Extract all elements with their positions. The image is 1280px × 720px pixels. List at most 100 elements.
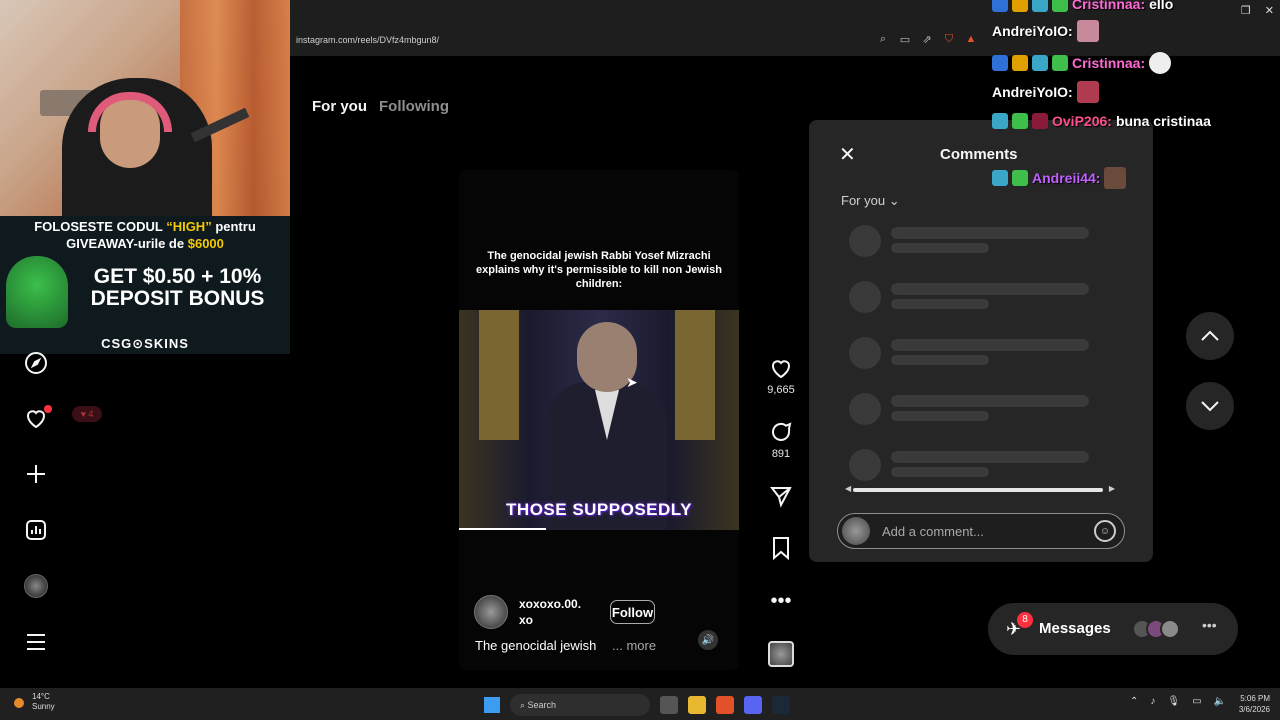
chat-username: AndreiYoIO: [992, 84, 1073, 100]
emote-image [1076, 20, 1099, 42]
comment-composer: ☺ [837, 513, 1125, 549]
mascot-image [6, 256, 68, 328]
speaker-icon[interactable]: 🔈 [1214, 696, 1226, 707]
chat-message: OviP206: buna cristinaa [992, 113, 1211, 129]
bonus-text: GET $0.50 + 10% DEPOSIT BONUS [70, 266, 285, 310]
comment-input[interactable] [882, 520, 1082, 542]
follow-button[interactable]: Follow [610, 600, 655, 624]
notification-pill[interactable]: ♥ 4 [72, 406, 102, 422]
author-username[interactable]: xoxoxo.00. xo [519, 596, 599, 628]
chat-username: Cristinnaa: [1072, 55, 1146, 71]
weather-widget[interactable]: 14°C Sunny [14, 692, 55, 712]
like-count: 9,665 [767, 384, 795, 396]
save-action[interactable] [764, 536, 798, 562]
video-subtitle: THOSE SUPPOSEDLY [506, 500, 692, 519]
more-link[interactable]: ... more [612, 638, 656, 653]
reel-progress-bar[interactable] [459, 528, 546, 530]
reel-description: The genocidal jewish [475, 638, 597, 653]
taskbar-apps: ⌕ Search [484, 694, 790, 716]
reel-overlay-caption: The genocidal jewish Rabbi Yosef Mizrach… [476, 250, 722, 290]
chat-message: AndreiYoIO: [992, 81, 1099, 103]
message-avatars [1132, 619, 1180, 639]
emote-image [1104, 167, 1127, 189]
clock[interactable]: 5:06 PM 3/6/2026 [1232, 693, 1270, 715]
messages-button[interactable]: ✈ 8 Messages ••• [988, 603, 1238, 655]
taskbar-search[interactable]: ⌕ Search [510, 694, 650, 716]
brave-rewards-icon[interactable]: ▲ [964, 32, 978, 46]
share-icon[interactable]: ⇗ [920, 32, 934, 46]
close-icon[interactable]: ✕ [839, 142, 856, 167]
share-action[interactable] [764, 484, 798, 510]
microphone-icon[interactable]: 🎙 [1167, 696, 1180, 707]
tab-following[interactable]: Following [379, 98, 449, 115]
sort-label: For you [841, 193, 886, 208]
comment-icon[interactable] [764, 420, 798, 446]
emote-image [1076, 81, 1099, 103]
zoom-icon[interactable]: ⌕ [876, 32, 890, 46]
horizontal-scrollbar[interactable]: ◀ ▶ [845, 484, 1115, 493]
like-action[interactable]: 9,665 [764, 356, 798, 396]
next-reel-button[interactable] [1186, 382, 1234, 430]
brave-browser-icon[interactable] [716, 696, 734, 714]
promo-line1-post: pentru [215, 219, 256, 234]
windows-start-icon[interactable] [484, 697, 500, 713]
chat-message: Cristinnaa: ello [992, 0, 1173, 12]
options-action[interactable]: ••• [764, 588, 798, 614]
comments-sort[interactable]: For you ⌄ [841, 193, 900, 209]
volume-icon[interactable]: ♪ [1150, 696, 1155, 707]
task-view-icon[interactable] [660, 696, 678, 714]
banner-right [675, 310, 715, 440]
dashboard-icon[interactable] [22, 516, 50, 544]
bonus-line1: GET $0.50 + 10% [93, 265, 262, 288]
taskbar: 14°C Sunny ⌕ Search ⌃ ♪ 🎙 ▭ 🔈 5:06 PM 3/… [0, 688, 1280, 720]
chat-message: AndreiYoIO: [992, 20, 1099, 42]
send-icon[interactable] [764, 484, 798, 510]
chat-message: Cristinnaa: [992, 52, 1172, 74]
chat-text: ello [1149, 0, 1174, 12]
system-tray: ⌃ ♪ 🎙 ▭ 🔈 [1130, 696, 1226, 707]
scrollbar-thumb[interactable] [853, 488, 1103, 492]
brave-shield-icon[interactable]: ⛉ [942, 32, 956, 46]
sound-icon[interactable]: 🔊 [698, 630, 718, 650]
search-label: Search [527, 700, 557, 710]
network-icon[interactable]: ▭ [1192, 696, 1201, 707]
emoji-icon[interactable]: ☺ [1094, 520, 1116, 542]
steam-icon[interactable] [772, 696, 790, 714]
notification-count: 4 [88, 409, 94, 419]
reel-video[interactable]: THOSE SUPPOSEDLY ➤ [459, 310, 739, 530]
discord-icon[interactable] [744, 696, 762, 714]
banner-left [479, 310, 519, 440]
comment-action[interactable]: 891 [764, 420, 798, 460]
tab-for-you[interactable]: For you [312, 98, 367, 115]
chevron-up-icon[interactable]: ⌃ [1130, 696, 1138, 707]
previous-reel-button[interactable] [1186, 312, 1234, 360]
create-icon[interactable] [22, 460, 50, 488]
bonus-line2: DEPOSIT BONUS [90, 287, 265, 310]
scroll-left-icon[interactable]: ◀ [845, 484, 851, 493]
chevron-down-icon: ⌄ [888, 193, 900, 208]
window-controls: ❐ ✕ [1241, 4, 1274, 17]
url-text: instagram.com/reels/DVfz4mbgun8/ [296, 35, 440, 45]
like-icon[interactable] [764, 356, 798, 382]
menu-icon[interactable] [22, 628, 50, 656]
explore-icon[interactable] [22, 349, 50, 377]
feed-tabs: For you Following [312, 98, 449, 115]
scroll-right-icon[interactable]: ▶ [1109, 484, 1115, 493]
author-avatar[interactable] [474, 595, 508, 629]
audio-thumbnail[interactable] [768, 641, 794, 667]
promo-code: “HIGH” [166, 219, 212, 234]
chat-username: Cristinnaa: [1072, 0, 1146, 12]
bookmark-icon[interactable] [764, 536, 798, 562]
promo-line2-pre: GIVEAWAY-urile de [66, 236, 185, 251]
more-options-icon[interactable]: ••• [764, 588, 798, 614]
promo-text: FOLOSESTE CODUL “HIGH” pentru GIVEAWAY-u… [0, 218, 290, 252]
file-explorer-icon[interactable] [688, 696, 706, 714]
close-window-icon[interactable]: ✕ [1265, 4, 1274, 17]
restore-icon[interactable]: ❐ [1241, 4, 1251, 17]
screen-cast-icon[interactable]: ▭ [898, 32, 912, 46]
messages-label: Messages [1039, 620, 1111, 637]
more-icon[interactable]: ••• [1202, 617, 1217, 633]
profile-avatar[interactable] [24, 574, 48, 598]
emote-image [1149, 52, 1172, 74]
promo-amount: $6000 [187, 236, 224, 251]
